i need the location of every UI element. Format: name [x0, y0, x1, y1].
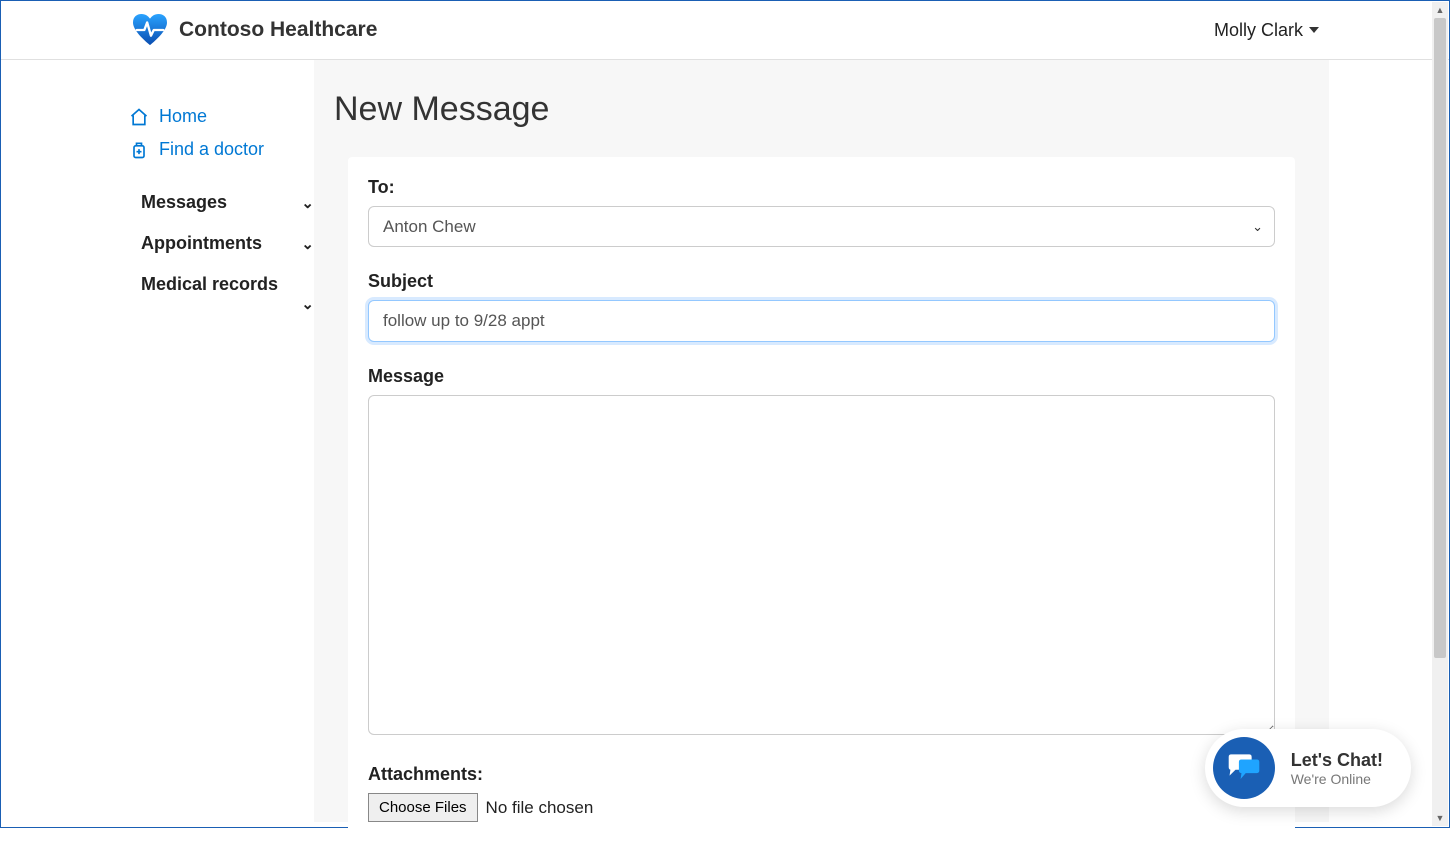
form-group-message: Message: [368, 366, 1275, 740]
chevron-down-icon: ⌄: [301, 194, 314, 212]
sidebar-link-home[interactable]: Home: [129, 100, 314, 133]
chevron-down-icon: ⌄: [141, 295, 314, 313]
home-icon: [129, 107, 149, 127]
sidebar-sections: Messages ⌄ Appointments ⌄ Medical record…: [129, 166, 314, 323]
chat-bubble-icon: [1227, 753, 1261, 783]
vertical-scrollbar[interactable]: ▲ ▼: [1432, 2, 1448, 826]
user-menu[interactable]: Molly Clark: [1214, 20, 1319, 41]
form-group-to: To: Anton Chew ⌄: [368, 177, 1275, 247]
scroll-down-arrow[interactable]: ▼: [1432, 810, 1448, 826]
sidebar-item-label: Medical records: [141, 274, 278, 295]
sidebar-link-find-doctor[interactable]: Find a doctor: [129, 133, 314, 166]
chat-title: Let's Chat!: [1291, 750, 1383, 771]
brand[interactable]: Contoso Healthcare: [131, 13, 377, 47]
sidebar-item-label: Messages: [141, 192, 227, 213]
to-label: To:: [368, 177, 1275, 198]
no-file-chosen-text: No file chosen: [486, 798, 594, 818]
message-form: To: Anton Chew ⌄ Subject Message Attachm…: [348, 157, 1295, 866]
form-group-subject: Subject: [368, 271, 1275, 342]
sidebar: Home Find a doctor Messages ⌄ Appointmen…: [129, 60, 314, 822]
sidebar-item-label: Home: [159, 106, 207, 127]
brand-title: Contoso Healthcare: [179, 18, 377, 42]
form-group-attachments: Attachments: Choose Files No file chosen: [368, 764, 1275, 822]
attachments-label: Attachments:: [368, 764, 1275, 785]
scrollbar-thumb[interactable]: [1434, 18, 1446, 658]
content: New Message To: Anton Chew ⌄ Subject Mes…: [314, 60, 1329, 822]
message-label: Message: [368, 366, 1275, 387]
subject-label: Subject: [368, 271, 1275, 292]
app-header: Contoso Healthcare Molly Clark: [1, 1, 1449, 60]
chat-text: Let's Chat! We're Online: [1291, 750, 1383, 787]
main-area: Home Find a doctor Messages ⌄ Appointmen…: [1, 60, 1449, 822]
heart-logo-icon: [131, 13, 169, 47]
subject-input[interactable]: [368, 300, 1275, 342]
to-select[interactable]: Anton Chew: [368, 206, 1275, 247]
sidebar-section-medical-records[interactable]: Medical records ⌄: [129, 264, 314, 323]
chat-subtitle: We're Online: [1291, 771, 1383, 787]
caret-down-icon: [1309, 27, 1319, 33]
user-name: Molly Clark: [1214, 20, 1303, 41]
scroll-up-arrow[interactable]: ▲: [1432, 2, 1448, 18]
message-textarea[interactable]: [368, 395, 1275, 735]
choose-files-button[interactable]: Choose Files: [368, 793, 478, 822]
chat-icon-circle: [1213, 737, 1275, 799]
sidebar-section-messages[interactable]: Messages ⌄: [129, 182, 314, 223]
sidebar-item-label: Appointments: [141, 233, 262, 254]
sidebar-section-appointments[interactable]: Appointments ⌄: [129, 223, 314, 264]
chat-widget[interactable]: Let's Chat! We're Online: [1205, 729, 1411, 807]
chevron-down-icon: ⌄: [301, 235, 314, 253]
find-doctor-icon: [129, 140, 149, 160]
sidebar-item-label: Find a doctor: [159, 139, 264, 160]
page-title: New Message: [314, 60, 1329, 157]
